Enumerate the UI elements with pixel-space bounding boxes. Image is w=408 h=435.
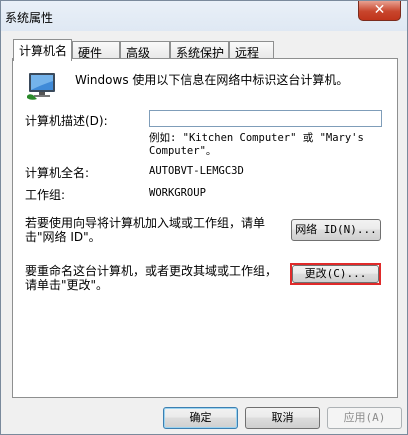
tab-label: 计算机名 xyxy=(19,44,68,58)
description-example: 例如: "Kitchen Computer" 或 "Mary's Compute… xyxy=(149,132,364,157)
network-id-instructions: 若要使用向导将计算机加入域或工作组，请单击"网络 ID"。 xyxy=(25,216,266,244)
full-name-label: 计算机全名: xyxy=(25,166,90,180)
intro-text: Windows 使用以下信息在网络中标识这台计算机。 xyxy=(75,73,349,87)
tab-strip: 计算机名 硬件 高级 系统保护 远程 xyxy=(13,39,397,61)
network-id-button[interactable]: 网络 ID(N)... xyxy=(291,219,381,241)
apply-button[interactable]: 应用(A) xyxy=(327,407,402,429)
workgroup-value: WORKGROUP xyxy=(149,187,206,199)
computer-icon xyxy=(27,73,55,100)
close-icon: ✕ xyxy=(373,2,386,18)
tab-computer-name[interactable]: 计算机名 xyxy=(13,39,72,61)
description-label: 计算机描述(D): xyxy=(25,114,108,128)
rename-instructions: 要重命名这台计算机，或者更改其域或工作组，请单击"更改"。 xyxy=(25,264,278,292)
description-input[interactable] xyxy=(149,110,382,127)
title-bar[interactable]: 系统属性 ✕ xyxy=(1,1,407,31)
workgroup-label: 工作组: xyxy=(25,188,66,202)
window-title: 系统属性 xyxy=(5,11,54,25)
system-properties-dialog: 系统属性 ✕ 计算机名 硬件 高级 系统保护 远程 Windows 使用以下信息… xyxy=(0,0,408,435)
change-button[interactable]: 更改(C)... xyxy=(292,265,379,283)
cancel-button[interactable]: 取消 xyxy=(245,407,320,429)
close-button[interactable]: ✕ xyxy=(358,1,401,21)
full-name-value: AUTOBVT-LEMGC3D xyxy=(149,165,244,177)
ok-button[interactable]: 确定 xyxy=(163,407,238,429)
